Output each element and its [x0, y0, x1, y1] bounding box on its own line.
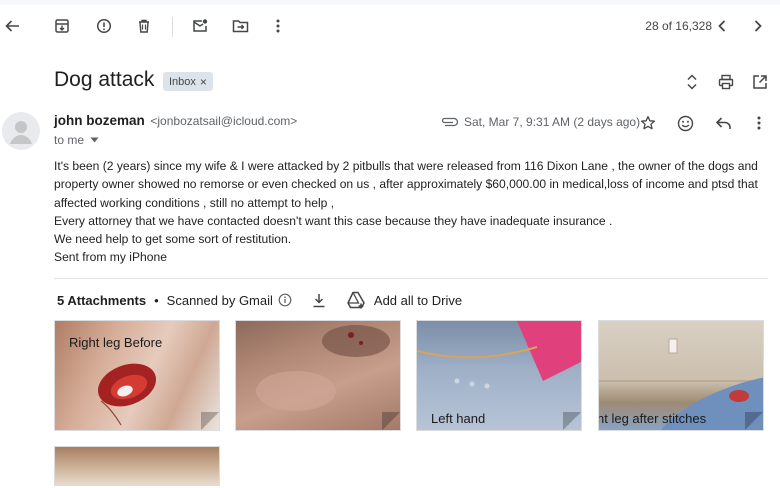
person-icon	[10, 121, 32, 144]
body-paragraph: It's been (2 years) since my wife & I we…	[54, 159, 758, 210]
open-new-window-button[interactable]	[744, 66, 776, 98]
page-fold	[745, 412, 763, 430]
download-all-icon[interactable]	[312, 293, 326, 308]
attachment-thumbnail-2[interactable]	[235, 320, 401, 431]
delete-button[interactable]	[128, 10, 160, 42]
unfold-icon	[687, 74, 697, 90]
more-vert-icon	[276, 19, 280, 33]
attachment-thumbnail-1[interactable]: Right leg Before	[54, 320, 220, 431]
chevron-right-icon	[754, 20, 762, 32]
print-icon	[718, 74, 734, 90]
scanned-label: Scanned by Gmail	[166, 292, 273, 308]
signature: Sent from my iPhone	[54, 250, 167, 265]
thumbnail-caption: Left hand	[431, 411, 486, 426]
reply-icon	[715, 117, 731, 129]
chevron-left-icon	[718, 20, 726, 32]
thumbnail-caption: Right leg Before	[69, 335, 163, 350]
label-name: Inbox	[169, 75, 196, 88]
attachment-icon	[441, 117, 458, 127]
separator-dot: •	[154, 292, 159, 308]
caret-down-icon	[90, 137, 99, 143]
add-reaction-button[interactable]	[672, 110, 698, 136]
newer-button[interactable]	[706, 10, 738, 42]
body-paragraph: We need help to get some sort of restitu…	[54, 232, 292, 247]
attachments-header: 5 Attachments • Scanned by Gmail Add all…	[57, 289, 462, 311]
more-actions-button[interactable]	[262, 10, 294, 42]
trash-icon	[139, 19, 149, 33]
top-strip	[0, 0, 780, 5]
drive-add-icon[interactable]	[346, 291, 366, 309]
page-fold	[563, 412, 581, 430]
more-vert-icon	[757, 116, 761, 130]
move-to-icon	[232, 20, 248, 33]
email-subject: Dog attack	[54, 68, 155, 91]
body-paragraph: Every attorney that we have contacted do…	[54, 213, 613, 228]
subject-row: Dog attack Inbox ×	[0, 64, 780, 100]
sender-name[interactable]: john bozeman	[54, 113, 145, 128]
add-to-drive-label[interactable]: Add all to Drive	[374, 293, 462, 308]
report-spam-icon	[96, 18, 112, 34]
star-button[interactable]	[635, 110, 661, 136]
attachments-divider	[54, 278, 768, 279]
reply-button[interactable]	[710, 110, 736, 136]
attachment-thumbnail-3[interactable]: Left hand	[416, 320, 582, 431]
message-toolbar: 28 of 16,328	[0, 8, 780, 46]
older-button[interactable]	[742, 10, 774, 42]
arrow-left-icon	[5, 20, 19, 32]
recipient-line[interactable]: to me	[54, 133, 99, 147]
open-in-new-icon	[753, 75, 767, 89]
page-fold	[201, 412, 219, 430]
message-body: It's been (2 years) since my wife & I we…	[54, 157, 769, 267]
sender-avatar[interactable]	[2, 112, 40, 150]
expand-all-button[interactable]	[676, 66, 708, 98]
move-to-button[interactable]	[224, 10, 256, 42]
mark-unread-icon	[193, 19, 208, 32]
page-fold	[382, 412, 400, 430]
message-counter: 28 of 16,328	[645, 19, 712, 33]
recipient-text: to me	[54, 133, 85, 147]
star-icon	[640, 115, 656, 130]
thumbnail-caption: nt leg after stitches	[598, 411, 707, 426]
sender-line: john bozeman <jonbozatsail@icloud.com>	[54, 113, 297, 128]
sender-email: <jonbozatsail@icloud.com>	[150, 114, 298, 128]
bruised-skin-image	[256, 325, 390, 411]
attachment-count: 5 Attachments	[57, 292, 147, 308]
attachment-thumbnail-5[interactable]	[54, 446, 220, 486]
archive-button[interactable]	[46, 10, 78, 42]
message-meta: Sat, Mar 7, 9:31 AM (2 days ago)	[440, 112, 640, 132]
toolbar-separator	[172, 17, 173, 37]
back-button[interactable]	[0, 10, 28, 42]
archive-icon	[55, 19, 69, 33]
remove-label-button[interactable]: ×	[200, 75, 207, 89]
emoji-icon	[677, 115, 693, 131]
report-spam-button[interactable]	[88, 10, 120, 42]
print-button[interactable]	[710, 66, 742, 98]
mark-unread-button[interactable]	[184, 10, 216, 42]
attachment-thumbnail-4[interactable]: nt leg after stitches	[598, 320, 764, 431]
info-icon[interactable]	[278, 293, 292, 307]
inbox-label-chip: Inbox ×	[163, 72, 213, 91]
message-date: Sat, Mar 7, 9:31 AM (2 days ago)	[464, 115, 641, 129]
message-more-button[interactable]	[746, 110, 772, 136]
